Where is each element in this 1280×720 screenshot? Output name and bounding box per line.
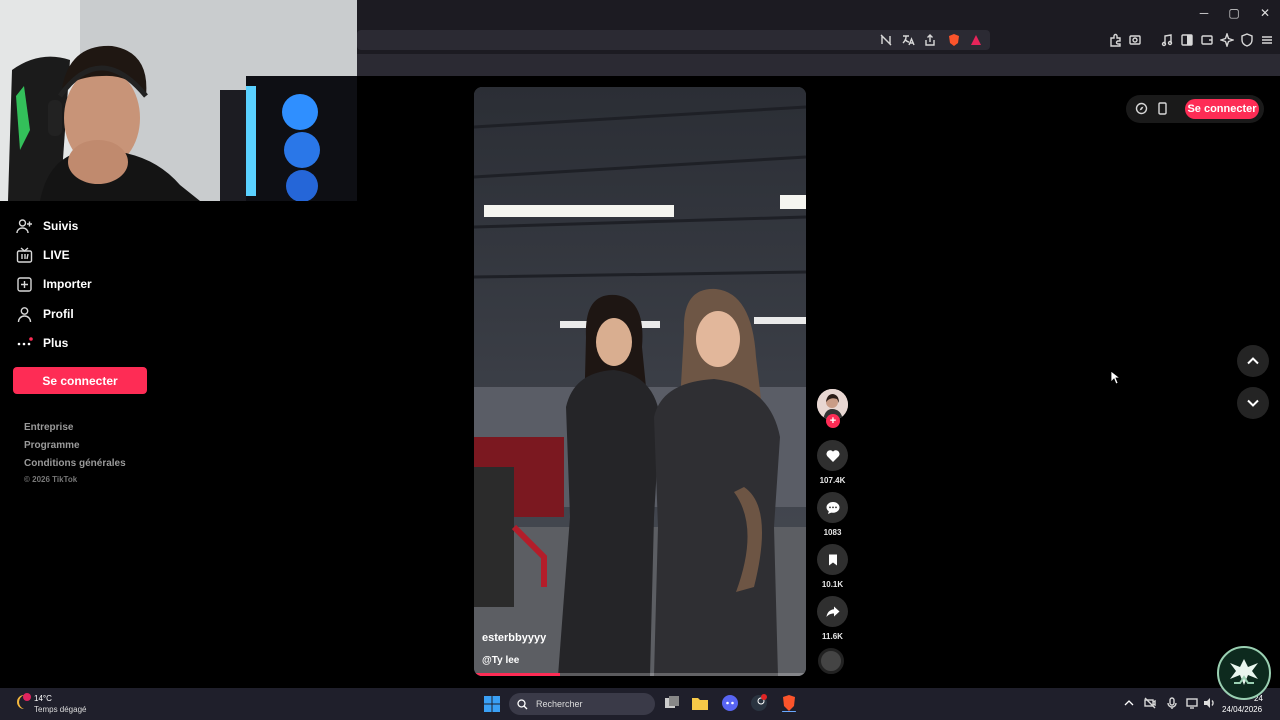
more-icon bbox=[17, 336, 33, 345]
task-view-icon[interactable] bbox=[663, 694, 681, 712]
network-icon[interactable] bbox=[1186, 697, 1198, 709]
video-sound[interactable]: @Ty lee bbox=[482, 655, 519, 666]
video-frame bbox=[474, 87, 806, 676]
comment-icon bbox=[826, 501, 839, 514]
volume-icon[interactable] bbox=[1203, 697, 1215, 709]
brave-shield-icon[interactable] bbox=[947, 33, 961, 47]
sidebar-toggle-icon[interactable] bbox=[1180, 33, 1194, 47]
like-button[interactable] bbox=[817, 440, 848, 471]
share-count: 11.6K bbox=[822, 632, 843, 641]
close-button[interactable]: ✕ bbox=[1250, 4, 1280, 22]
sidebar-item-upload[interactable]: Importer bbox=[16, 273, 92, 295]
save-button[interactable] bbox=[817, 544, 848, 575]
sidebar-item-label: Suivis bbox=[43, 219, 79, 233]
comment-count: 1083 bbox=[823, 528, 842, 537]
screenshot-icon[interactable] bbox=[1128, 33, 1142, 47]
previous-video-button[interactable] bbox=[1237, 345, 1269, 377]
brave-rewards-icon[interactable] bbox=[969, 33, 983, 47]
weather-temperature[interactable]: 14°C bbox=[34, 694, 52, 703]
sidebar-item-following[interactable]: Suivis bbox=[16, 215, 78, 237]
sidebar-item-profile[interactable]: Profil bbox=[16, 303, 74, 325]
search-placeholder: Rechercher bbox=[536, 699, 583, 709]
live-icon bbox=[16, 246, 33, 263]
music-disc-icon[interactable] bbox=[818, 648, 844, 674]
music-icon[interactable] bbox=[1160, 33, 1174, 47]
windows-start-icon[interactable] bbox=[484, 696, 500, 712]
no-tracking-icon[interactable] bbox=[879, 33, 893, 47]
footer-link-terms[interactable]: Conditions générales bbox=[24, 458, 126, 469]
header-login-button[interactable]: Se connecter bbox=[1185, 99, 1259, 119]
sidebar-item-more[interactable]: Plus bbox=[16, 332, 68, 354]
footer-link-company[interactable]: Entreprise bbox=[24, 422, 73, 433]
login-button[interactable]: Se connecter bbox=[13, 367, 147, 394]
footer-link-program[interactable]: Programme bbox=[24, 440, 80, 451]
get-app-icon[interactable] bbox=[1157, 102, 1168, 115]
mouse-cursor-icon bbox=[1110, 370, 1120, 385]
sidebar-item-label: Profil bbox=[43, 307, 74, 321]
profile-icon bbox=[17, 306, 32, 322]
sidebar-item-label: Importer bbox=[43, 277, 92, 291]
webcam-overlay bbox=[0, 0, 357, 201]
leo-ai-icon[interactable] bbox=[1220, 33, 1234, 47]
weather-moon-icon[interactable] bbox=[12, 692, 32, 712]
share-icon[interactable] bbox=[923, 33, 937, 47]
file-explorer-icon[interactable] bbox=[691, 694, 709, 712]
extensions-icon[interactable] bbox=[1108, 33, 1122, 47]
video-player[interactable]: esterbbyyyy @Ty lee bbox=[474, 87, 806, 676]
streamer-logo bbox=[1217, 646, 1271, 700]
tray-chevron-icon[interactable] bbox=[1124, 699, 1134, 707]
upload-icon bbox=[17, 276, 32, 292]
weather-description[interactable]: Temps dégagé bbox=[34, 705, 86, 714]
save-count: 10.1K bbox=[821, 580, 844, 589]
chevron-up-icon bbox=[1247, 357, 1259, 365]
comment-button[interactable] bbox=[817, 492, 848, 523]
taskbar-date[interactable]: 24/04/2026 bbox=[1222, 705, 1262, 714]
video-progress-bar[interactable] bbox=[474, 673, 806, 676]
vpn-icon[interactable] bbox=[1240, 33, 1254, 47]
share-button[interactable] bbox=[817, 596, 848, 627]
copyright: © 2026 TikTok bbox=[24, 475, 78, 484]
minimize-button[interactable]: ─ bbox=[1189, 4, 1219, 22]
brave-browser-icon[interactable] bbox=[780, 694, 798, 712]
microphone-icon[interactable] bbox=[1166, 697, 1178, 709]
maximize-button[interactable]: ▢ bbox=[1219, 4, 1249, 22]
video-progress-fill bbox=[474, 673, 561, 676]
camera-off-icon[interactable] bbox=[1144, 697, 1156, 709]
next-video-button[interactable] bbox=[1237, 387, 1269, 419]
bookmark-icon bbox=[828, 554, 837, 565]
sidebar-item-label: LIVE bbox=[43, 248, 70, 262]
menu-icon[interactable] bbox=[1260, 33, 1274, 47]
share-arrow-icon bbox=[826, 606, 839, 617]
taskbar-search[interactable]: Rechercher bbox=[509, 693, 655, 715]
following-icon bbox=[16, 218, 32, 233]
wallet-icon[interactable] bbox=[1200, 33, 1214, 47]
explore-icon[interactable] bbox=[1135, 102, 1148, 115]
search-icon bbox=[517, 698, 528, 709]
heart-icon bbox=[825, 449, 840, 462]
sidebar-item-live[interactable]: LIVE bbox=[16, 244, 70, 266]
video-author[interactable]: esterbbyyyy bbox=[482, 632, 546, 644]
follow-plus-button[interactable]: + bbox=[826, 414, 840, 428]
steam-icon[interactable] bbox=[750, 694, 768, 712]
like-count: 107.4K bbox=[819, 476, 846, 485]
translate-icon[interactable] bbox=[901, 33, 915, 47]
chevron-down-icon bbox=[1247, 399, 1259, 407]
discord-icon[interactable] bbox=[721, 694, 739, 712]
screen: ─ ▢ ✕ Suivis LIVE Importer Profil Plus S… bbox=[0, 0, 1280, 720]
address-bar[interactable] bbox=[357, 30, 990, 50]
sidebar-item-label: Plus bbox=[43, 336, 69, 350]
